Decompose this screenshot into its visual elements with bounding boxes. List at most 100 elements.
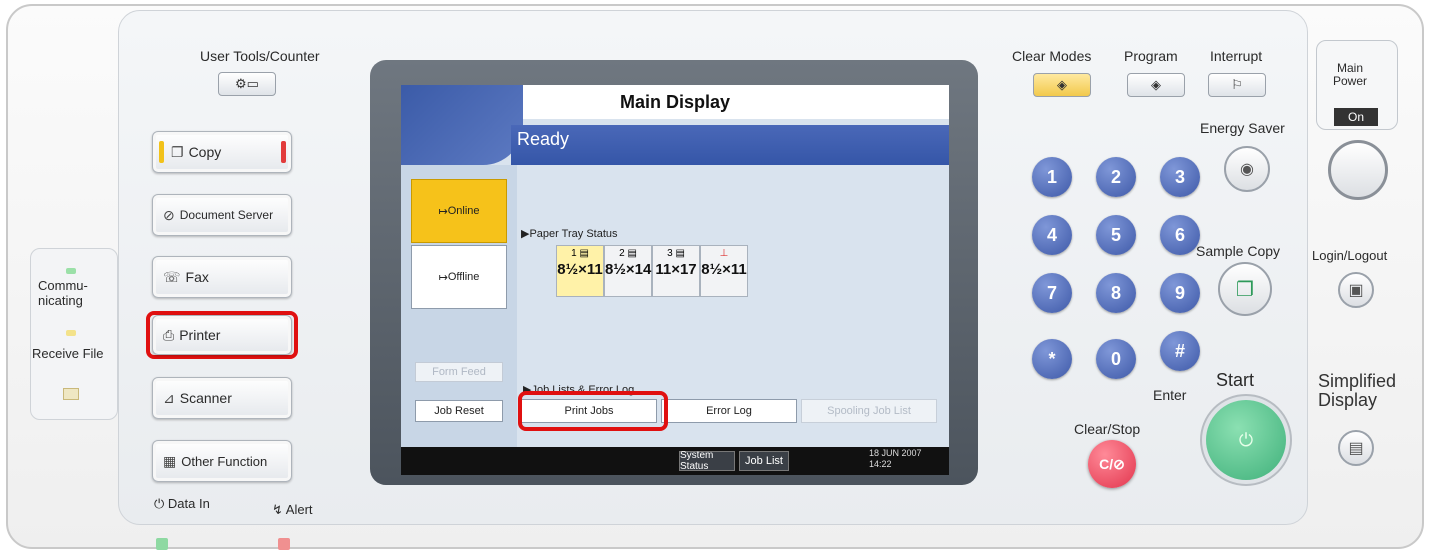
clear-stop-glyph: C/⊘ (1099, 455, 1125, 472)
key-8[interactable]: 8 (1096, 273, 1136, 313)
other-function-label: Other Function (181, 453, 268, 469)
key-0[interactable]: 0 (1096, 339, 1136, 379)
start-label: Start (1216, 370, 1255, 390)
login-icon: ▣ (1348, 282, 1364, 299)
simplified-display-icon: ▤ (1348, 440, 1364, 457)
printer-button[interactable]: ⎙ Printer (152, 315, 292, 355)
data-in-icon: ⏻ (154, 496, 168, 511)
tray-3: 3 ▤ 11×17 (652, 245, 700, 297)
key-star[interactable]: * (1032, 339, 1072, 379)
document-server-label: Document Server (179, 208, 274, 222)
document-server-button[interactable]: ⊘ Document Server (152, 194, 292, 236)
start-icon: ⏻ (1238, 429, 1254, 450)
data-in-text: Data In (167, 496, 210, 511)
scanner-button[interactable]: ⊿ Scanner (152, 377, 292, 419)
clear-stop-button[interactable]: C/⊘ (1088, 440, 1136, 488)
copy-button[interactable]: ❐ Copy (152, 131, 292, 173)
tray-1-size: 8½×11 (557, 261, 603, 278)
copy-icon: ❐ (171, 143, 184, 160)
printer-icon: ⎙ (163, 326, 175, 343)
clear-stop-label: Clear/Stop (1074, 421, 1141, 437)
offline-button[interactable]: ↦ Offline (411, 245, 507, 309)
offline-arrow-icon: ↦ (438, 271, 448, 284)
interrupt-label: Interrupt (1210, 48, 1263, 64)
clear-modes-label: Clear Modes (1012, 48, 1092, 64)
scanner-icon: ⊿ (163, 389, 175, 406)
printer-label: Printer (179, 327, 221, 343)
status-message: Ready (511, 125, 949, 165)
receive-file-led (66, 330, 76, 336)
tray-icon: ▤ (579, 248, 589, 259)
online-arrow-icon: ↦ (438, 205, 448, 218)
error-log-button[interactable]: Error Log (661, 399, 797, 423)
scanner-label: Scanner (179, 390, 232, 406)
copy-label: Copy (188, 144, 222, 160)
program-icon: ◈ (1151, 77, 1161, 92)
tray-1: 1 ▤ 8½×11 (556, 245, 604, 297)
paper-tray-status-text: Paper Tray Status (529, 228, 618, 240)
interrupt-button[interactable]: ⚐ (1208, 73, 1266, 97)
simplified-display-label: Simplified Display (1318, 371, 1397, 410)
other-function-button[interactable]: ▦ Other Function (152, 440, 292, 482)
simplified-display-button[interactable]: ▤ (1338, 430, 1374, 466)
program-button[interactable]: ◈ (1127, 73, 1185, 97)
sample-copy-button[interactable]: ❐ (1218, 262, 1272, 316)
login-logout-button[interactable]: ▣ (1338, 272, 1374, 308)
print-jobs-highlight (518, 391, 668, 431)
energy-saver-button[interactable]: ◉ (1224, 146, 1270, 192)
key-2[interactable]: 2 (1096, 157, 1136, 197)
tray-3-number: 3 (667, 248, 673, 259)
copy-indicator (159, 141, 164, 163)
data-in-led (156, 538, 168, 550)
communicating-led (66, 268, 76, 274)
main-display-screen: Main Display Ready ↦ Online ↦ Offline ▶Pap… (401, 85, 949, 475)
online-button[interactable]: ↦ Online (411, 179, 507, 243)
start-button[interactable]: ⏻ (1206, 400, 1286, 480)
form-feed-button[interactable]: Form Feed (415, 362, 503, 382)
clear-modes-icon: ◈ (1057, 77, 1067, 92)
job-list-button[interactable]: Job List (739, 451, 789, 471)
interrupt-icon: ⚐ (1231, 77, 1243, 92)
spooling-job-list-button[interactable]: Spooling Job List (801, 399, 937, 423)
clear-modes-button[interactable]: ◈ (1033, 73, 1091, 97)
bypass-tray-icon: ⊥ (719, 248, 729, 259)
fax-label: Fax (185, 269, 209, 285)
online-label: Online (447, 205, 480, 217)
receive-file-button[interactable] (63, 388, 79, 400)
screen-corner-decoration (401, 85, 523, 165)
tray-2: 2 ▤ 8½×14 (604, 245, 652, 297)
key-9[interactable]: 9 (1160, 273, 1200, 313)
fax-button[interactable]: ☏ Fax (152, 256, 292, 298)
login-logout-label: Login/Logout (1312, 248, 1388, 263)
paper-tray-row: 1 ▤ 8½×11 2 ▤ 8½×14 3 ▤ 11×17 ⊥ 8½×11 (556, 245, 748, 299)
user-tools-label: User Tools/Counter (200, 48, 320, 64)
time-text: 14:22 (869, 459, 892, 469)
key-4[interactable]: 4 (1032, 215, 1072, 255)
bypass-tray: ⊥ 8½×11 (700, 245, 748, 297)
alert-text: Alert (285, 502, 313, 517)
job-reset-button[interactable]: Job Reset (415, 400, 503, 422)
alert-icon: ↯ (272, 502, 286, 517)
receive-file-label: Receive File (32, 346, 104, 361)
date-time-display: 18 JUN 2007 14:22 (869, 448, 922, 470)
other-function-icon: ▦ (163, 452, 177, 469)
user-tools-button[interactable]: ⚙▭ (218, 72, 276, 96)
main-power-button[interactable] (1328, 140, 1388, 200)
key-enter[interactable]: # (1160, 331, 1200, 371)
key-6[interactable]: 6 (1160, 215, 1200, 255)
tray-3-size: 11×17 (655, 261, 697, 278)
paper-tray-status-label: ▶Paper Tray Status (521, 227, 618, 240)
date-text: 18 JUN 2007 (869, 448, 922, 458)
key-7[interactable]: 7 (1032, 273, 1072, 313)
communicating-label: Commu- nicating (38, 278, 88, 308)
data-in-label: ⏻ Data In (154, 496, 210, 512)
tray-icon: ▤ (675, 248, 685, 259)
energy-saver-label: Energy Saver (1200, 120, 1285, 136)
enter-label: Enter (1153, 387, 1187, 403)
system-status-button[interactable]: System Status (679, 450, 735, 472)
key-3[interactable]: 3 (1160, 157, 1200, 197)
sample-copy-label: Sample Copy (1196, 243, 1281, 259)
screen-status-bar (401, 447, 949, 475)
key-1[interactable]: 1 (1032, 157, 1072, 197)
key-5[interactable]: 5 (1096, 215, 1136, 255)
